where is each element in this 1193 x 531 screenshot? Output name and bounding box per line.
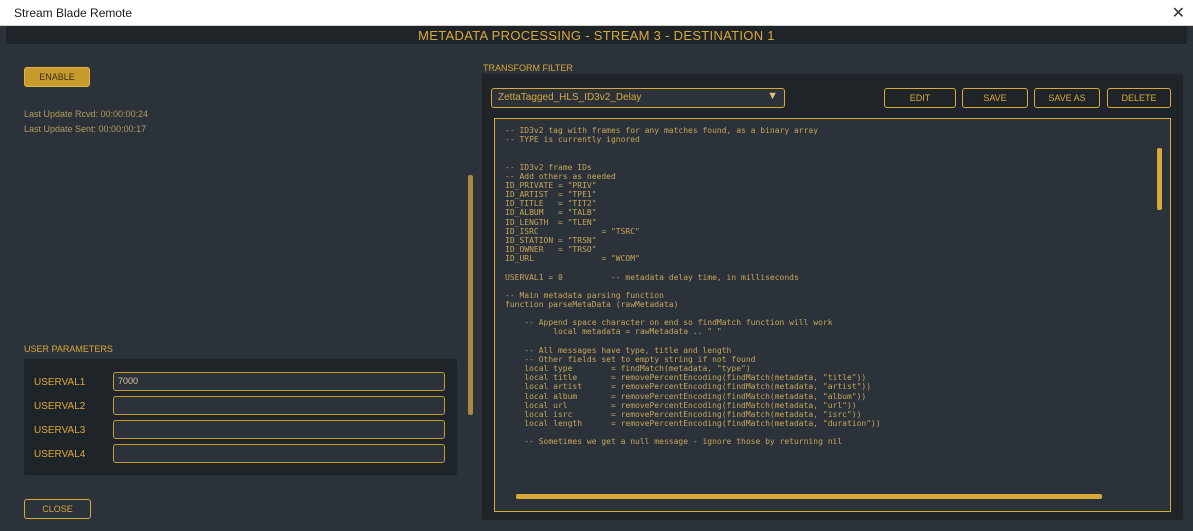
close-button[interactable]: CLOSE — [24, 499, 91, 519]
window-close-icon[interactable]: ✕ — [1172, 3, 1185, 23]
param-row-userval1: USERVAL1 7000 — [24, 372, 457, 394]
code-horizontal-scrollbar[interactable] — [516, 494, 1102, 499]
page-header: METADATA PROCESSING - STREAM 3 - DESTINA… — [6, 26, 1187, 44]
transform-filter-label: TRANSFORM FILTER — [483, 63, 573, 73]
save-as-button[interactable]: SAVE AS — [1034, 88, 1100, 108]
userval2-input[interactable] — [113, 396, 445, 415]
edit-button[interactable]: EDIT — [884, 88, 956, 108]
last-update-rcvd: Last Update Rcvd: 00:00:00:24 — [24, 109, 149, 119]
code-text: -- ID3v2 tag with frames for any matches… — [505, 126, 881, 447]
userval4-input[interactable] — [113, 444, 445, 463]
user-parameters-label: USER PARAMETERS — [24, 344, 113, 354]
code-editor[interactable]: -- ID3v2 tag with frames for any matches… — [494, 118, 1171, 512]
app-window: Stream Blade Remote ✕ METADATA PROCESSIN… — [0, 0, 1193, 531]
dropdown-arrow-icon: ▼ — [767, 90, 778, 102]
title-bar: Stream Blade Remote ✕ — [0, 0, 1193, 26]
user-parameters-panel: USERVAL1 7000 USERVAL2 USERVAL3 USERVAL4 — [24, 359, 457, 475]
filter-select[interactable]: ZettaTagged_HLS_ID3v2_Delay ▼ — [491, 88, 785, 108]
param-row-userval3: USERVAL3 — [24, 420, 457, 442]
param-label: USERVAL3 — [34, 425, 86, 436]
param-label: USERVAL4 — [34, 449, 86, 460]
code-vertical-scrollbar[interactable] — [1157, 148, 1162, 210]
param-row-userval4: USERVAL4 — [24, 444, 457, 466]
filter-select-value: ZettaTagged_HLS_ID3v2_Delay — [498, 92, 642, 103]
last-update-sent: Last Update Sent: 00:00:00:17 — [24, 124, 147, 134]
save-button[interactable]: SAVE — [962, 88, 1028, 108]
enable-button[interactable]: ENABLE — [24, 67, 90, 87]
delete-button[interactable]: DELETE — [1107, 88, 1171, 108]
userval1-input[interactable]: 7000 — [113, 372, 445, 391]
page-title: METADATA PROCESSING - STREAM 3 - DESTINA… — [418, 28, 775, 43]
param-row-userval2: USERVAL2 — [24, 396, 457, 418]
window-title: Stream Blade Remote — [14, 6, 133, 20]
param-label: USERVAL1 — [34, 377, 86, 388]
userval3-input[interactable] — [113, 420, 445, 439]
param-label: USERVAL2 — [34, 401, 86, 412]
left-scrollbar[interactable] — [468, 175, 473, 415]
